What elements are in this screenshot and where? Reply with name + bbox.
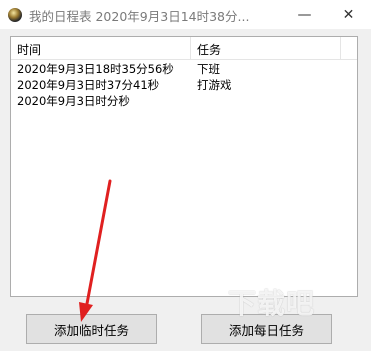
list-row[interactable]: 2020年9月3日时37分41秒 打游戏 (11, 77, 357, 92)
list-row[interactable]: 2020年9月3日时分秒 (11, 93, 357, 108)
column-divider[interactable] (340, 37, 341, 59)
add-temporary-task-button[interactable]: 添加临时任务 (26, 314, 157, 344)
column-header-time[interactable]: 时间 (17, 41, 41, 58)
list-row[interactable]: 2020年9月3日18时35分56秒 下班 (11, 61, 357, 76)
minimize-button[interactable]: — (282, 0, 327, 29)
row-time: 2020年9月3日时分秒 (17, 94, 130, 108)
watermark-logo: 下载吧 (228, 287, 316, 320)
schedule-list[interactable]: 时间 任务 2020年9月3日18时35分56秒 下班 2020年9月3日时37… (10, 36, 358, 297)
close-button[interactable]: ✕ (326, 0, 371, 29)
app-icon (7, 7, 23, 23)
row-task: 打游戏 (197, 78, 232, 92)
row-time: 2020年9月3日时37分41秒 (17, 78, 160, 92)
column-divider[interactable] (190, 37, 191, 59)
list-header: 时间 任务 (11, 37, 357, 60)
title-bar: 我的日程表 2020年9月3日14时38分... — ✕ (0, 0, 371, 29)
window-title: 我的日程表 2020年9月3日14时38分... (29, 9, 250, 24)
row-task: 下班 (197, 62, 220, 76)
column-header-task[interactable]: 任务 (197, 41, 221, 58)
row-time: 2020年9月3日18时35分56秒 (17, 62, 174, 76)
